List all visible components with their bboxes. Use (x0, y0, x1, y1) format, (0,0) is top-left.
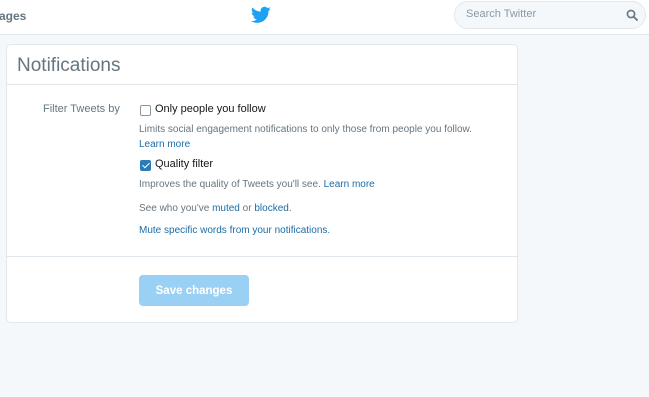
quality-filter-checkbox[interactable] (140, 160, 151, 171)
learn-more-link[interactable]: Learn more (139, 139, 190, 150)
only-people-you-follow-description: Limits social engagement notifications t… (139, 124, 472, 135)
card-header: Notifications (7, 45, 517, 85)
only-people-you-follow-checkbox[interactable] (140, 105, 151, 116)
divider (7, 256, 517, 257)
mute-words-link[interactable]: Mute specific words from your notificati… (139, 225, 330, 236)
notifications-settings-card: Notifications Filter Tweets by Only peop… (6, 44, 518, 323)
search-box (454, 1, 646, 29)
quality-filter-label[interactable]: Quality filter (155, 158, 213, 170)
search-icon[interactable] (626, 9, 638, 21)
page-title: Notifications (17, 55, 121, 76)
filter-tweets-label: Filter Tweets by (43, 103, 120, 115)
muted-blocked-suffix: . (288, 203, 292, 214)
twitter-bird-icon[interactable] (251, 6, 271, 24)
quality-filter-description: Improves the quality of Tweets you'll se… (139, 179, 321, 190)
learn-more-link[interactable]: Learn more (324, 179, 375, 190)
muted-blocked-row: See who you've muted or blocked. (139, 203, 292, 214)
blocked-link[interactable]: blocked (254, 203, 288, 214)
muted-link[interactable]: muted (212, 203, 240, 214)
quality-filter-description-row: Improves the quality of Tweets you'll se… (139, 179, 375, 190)
save-changes-button[interactable]: Save changes (139, 275, 249, 306)
search-input[interactable] (466, 8, 616, 20)
muted-blocked-prefix: See who you've (139, 203, 210, 214)
nav-messages-link[interactable]: ages (0, 9, 26, 23)
only-people-you-follow-label[interactable]: Only people you follow (155, 103, 266, 115)
top-navigation-bar: ages (0, 0, 649, 35)
muted-blocked-or: or (242, 203, 252, 214)
